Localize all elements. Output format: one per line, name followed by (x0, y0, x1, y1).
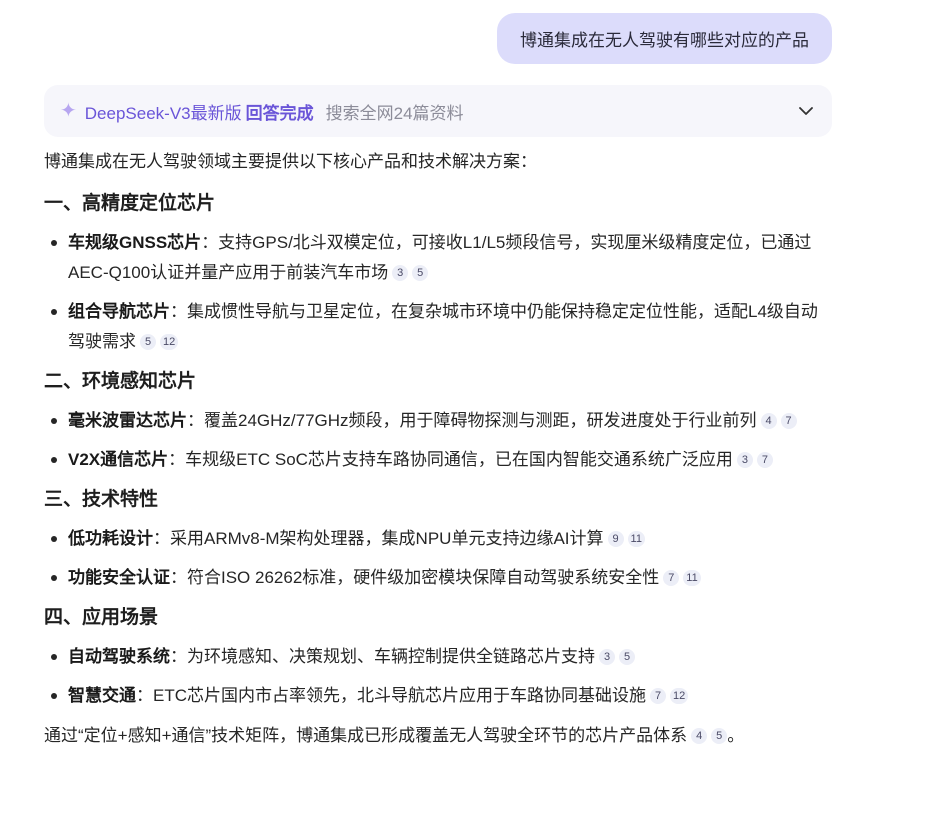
section-title: 一、高精度定位芯片 (44, 193, 216, 214)
list-item-term: 智慧交通 (68, 686, 136, 705)
citation-badge[interactable]: 7 (650, 688, 666, 704)
citation-badge[interactable]: 7 (780, 413, 797, 429)
list-item: 组合导航芯片：集成惯性导航与卫星定位，在复杂城市环境中仍能保持稳定定位性能，适配… (44, 297, 834, 357)
citation-badge[interactable]: 3 (392, 265, 409, 281)
citation-badge[interactable]: 12 (160, 334, 179, 350)
list-item: 低功耗设计：采用ARMv8-M架构处理器，集成NPU单元支持边缘AI计算 9 11 (44, 524, 834, 554)
list-item-text: ：符合ISO 26262标准，硬件级加密模块保障自动驾驶系统安全性 (170, 568, 660, 587)
list-item-text: ：覆盖24GHz/77GHz频段，用于障碍物探测与测距，研发进度处于行业前列 (187, 411, 757, 430)
list-item: 智慧交通：ETC芯片国内市占率领先，北斗导航芯片应用于车路协同基础设施 7 12 (44, 681, 834, 711)
citation-badge[interactable]: 7 (756, 452, 773, 468)
citation-badge[interactable]: 3 (599, 649, 615, 665)
section-title: 四、应用场景 (44, 607, 159, 628)
chevron-down-icon[interactable] (796, 101, 816, 121)
bullet-list: 车规级GNSS芯片：支持GPS/北斗双模定位，可接收L1/L5频段信号，实现厘米… (44, 228, 834, 357)
citation-badge[interactable]: 7 (663, 570, 680, 586)
search-status-bar[interactable]: ✦ DeepSeek-V3最新版 回答完成 搜索全网24篇资料 (44, 85, 832, 137)
list-item-text: ：车规级ETC SoC芯片支持车路协同通信，已在国内智能交通系统广泛应用 (168, 450, 733, 469)
list-item-term: 毫米波雷达芯片 (68, 411, 187, 430)
list-item-term: 低功耗设计 (68, 529, 153, 548)
citation-badge[interactable]: 5 (711, 728, 728, 744)
section-title: 二、环境感知芯片 (44, 371, 197, 392)
bullet-list: 低功耗设计：采用ARMv8-M架构处理器，集成NPU单元支持边缘AI计算 9 11 功… (44, 524, 834, 593)
list-item-text: ：采用ARMv8-M架构处理器，集成NPU单元支持边缘AI计算 (153, 529, 604, 548)
conclusion-text: 通过“定位+感知+通信”技术矩阵，博通集成已形成覆盖无人驾驶全环节的芯片产品体系 (44, 726, 688, 745)
citation-badge[interactable]: 5 (619, 649, 635, 665)
citation-badge[interactable]: 12 (670, 688, 689, 704)
list-item-term: V2X通信芯片 (68, 450, 169, 469)
answer-content: 博通集成在无人驾驶领域主要提供以下核心产品和技术解决方案： 一、高精度定位芯片车… (44, 147, 834, 751)
list-item: 毫米波雷达芯片：覆盖24GHz/77GHz频段，用于障碍物探测与测距，研发进度处… (44, 406, 834, 436)
citation-badge[interactable]: 11 (627, 531, 645, 547)
answer-intro: 博通集成在无人驾驶领域主要提供以下核心产品和技术解决方案： (44, 152, 537, 171)
list-item: 自动驾驶系统：为环境感知、决策规划、车辆控制提供全链路芯片支持 3 5 (44, 642, 834, 672)
list-item-term: 自动驾驶系统 (68, 647, 170, 666)
list-item-term: 车规级GNSS芯片 (68, 233, 202, 252)
list-item-text: ：集成惯性导航与卫星定位，在复杂城市环境中仍能保持稳定定位性能，适配L4级自动驾… (68, 302, 818, 351)
answer-sections: 一、高精度定位芯片车规级GNSS芯片：支持GPS/北斗双模定位，可接收L1/L5… (44, 189, 834, 711)
citation-badge[interactable]: 5 (412, 265, 429, 281)
bullet-list: 毫米波雷达芯片：覆盖24GHz/77GHz频段，用于障碍物探测与测距，研发进度处… (44, 406, 834, 475)
citation-badge[interactable]: 9 (607, 531, 624, 547)
list-item: 车规级GNSS芯片：支持GPS/北斗双模定位，可接收L1/L5频段信号，实现厘米… (44, 228, 834, 288)
citation-badge[interactable]: 5 (140, 334, 156, 350)
list-item-term: 功能安全认证 (68, 568, 170, 587)
sparkle-icon: ✦ (60, 100, 77, 122)
list-item: V2X通信芯片：车规级ETC SoC芯片支持车路协同通信，已在国内智能交通系统广… (44, 445, 834, 475)
list-item-text: ：为环境感知、决策规划、车辆控制提供全链路芯片支持 (170, 647, 595, 666)
section-title: 三、技术特性 (44, 489, 159, 510)
citation-badge[interactable]: 4 (691, 728, 708, 744)
citation-badge[interactable]: 4 (760, 413, 777, 429)
answer-status: 回答完成 (245, 103, 314, 123)
answer-conclusion: 通过“定位+感知+通信”技术矩阵，博通集成已形成覆盖无人驾驶全环节的芯片产品体系… (44, 721, 834, 751)
user-message-bubble: 博通集成在无人驾驶有哪些对应的产品 (497, 13, 832, 64)
sources-count: 搜索全网24篇资料 (325, 103, 464, 123)
list-item: 功能安全认证：符合ISO 26262标准，硬件级加密模块保障自动驾驶系统安全性 7… (44, 563, 834, 593)
citation-badge[interactable]: 3 (736, 452, 753, 468)
conclusion-end: 。 (727, 726, 745, 745)
bullet-list: 自动驾驶系统：为环境感知、决策规划、车辆控制提供全链路芯片支持 3 5 智慧交通：ET… (44, 642, 834, 711)
citation-badge[interactable]: 11 (683, 570, 701, 586)
list-item-term: 组合导航芯片 (68, 302, 170, 321)
user-message-text: 博通集成在无人驾驶有哪些对应的产品 (520, 31, 809, 50)
model-name: DeepSeek-V3最新版 (84, 103, 242, 123)
list-item-text: ：ETC芯片国内市占率领先，北斗导航芯片应用于车路协同基础设施 (136, 686, 646, 705)
